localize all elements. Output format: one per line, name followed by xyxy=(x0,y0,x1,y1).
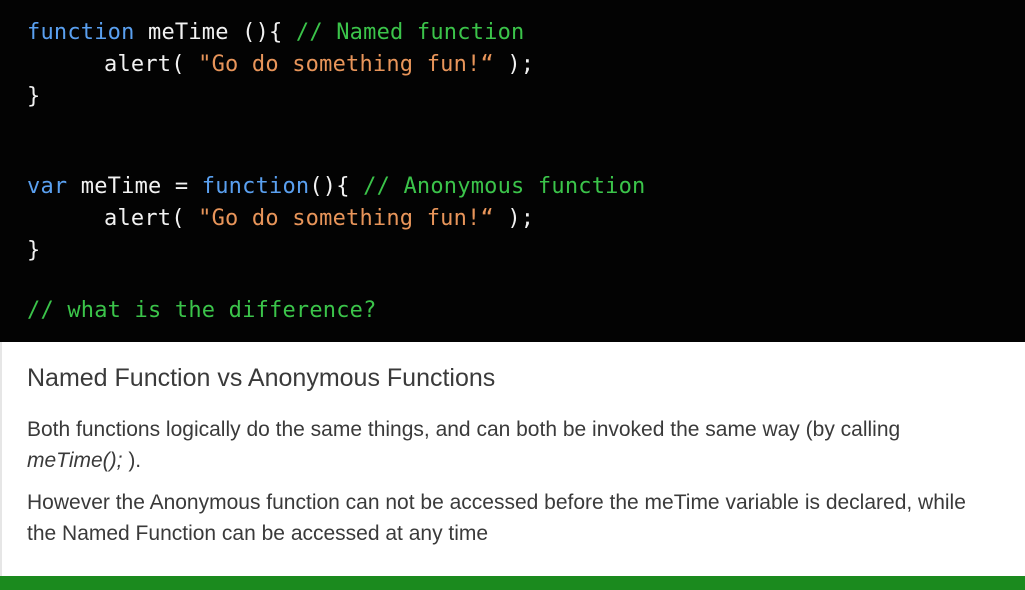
code-panel: function meTime (){ // Named function al… xyxy=(0,0,1025,342)
code-line-alert-2: alert( "Go do something fun!“ ); xyxy=(27,204,534,234)
code-line-close-brace-2: } xyxy=(27,236,40,266)
string-literal: "Go do something fun!“ xyxy=(198,206,494,231)
keyword-var: var xyxy=(27,174,68,199)
code-line-alert-1: alert( "Go do something fun!“ ); xyxy=(27,50,534,80)
code-line-close-brace-1: } xyxy=(27,82,40,112)
variable-assignment: meTime = xyxy=(67,174,202,199)
keyword-function: function xyxy=(201,174,310,199)
accent-bar xyxy=(0,576,1025,590)
notes-paragraph-1: Both functions logically do the same thi… xyxy=(27,414,987,476)
alert-end: ); xyxy=(493,52,535,77)
paragraph-1-text: Both functions logically do the same thi… xyxy=(27,418,901,441)
code-line-named-function: function meTime (){ // Named function xyxy=(27,18,524,48)
paragraph-1-code: meTime(); xyxy=(27,449,123,472)
code-line-question-comment: // what is the difference? xyxy=(27,296,377,326)
alert-call: alert( xyxy=(104,206,199,231)
alert-end: ); xyxy=(493,206,535,231)
closing-brace: } xyxy=(27,238,41,263)
comment-anonymous: // Anonymous function xyxy=(363,174,646,199)
alert-call: alert( xyxy=(104,52,199,77)
keyword-function: function xyxy=(27,20,135,45)
comment-named: // Named function xyxy=(295,20,525,45)
closing-brace: } xyxy=(27,84,41,109)
code-line-anonymous-function: var meTime = function(){ // Anonymous fu… xyxy=(27,172,646,202)
notes-paragraph-2: However the Anonymous function can not b… xyxy=(27,491,966,545)
paragraph-1-end: ). xyxy=(122,449,142,472)
notes-panel: Named Function vs Anonymous Functions Bo… xyxy=(0,342,1025,576)
string-literal: "Go do something fun!“ xyxy=(198,52,494,77)
slide: function meTime (){ // Named function al… xyxy=(0,0,1025,590)
function-signature: meTime (){ xyxy=(134,20,296,45)
comment-question: // what is the difference? xyxy=(27,298,377,323)
function-parens: (){ xyxy=(309,174,364,199)
notes-heading: Named Function vs Anonymous Functions xyxy=(27,364,496,392)
